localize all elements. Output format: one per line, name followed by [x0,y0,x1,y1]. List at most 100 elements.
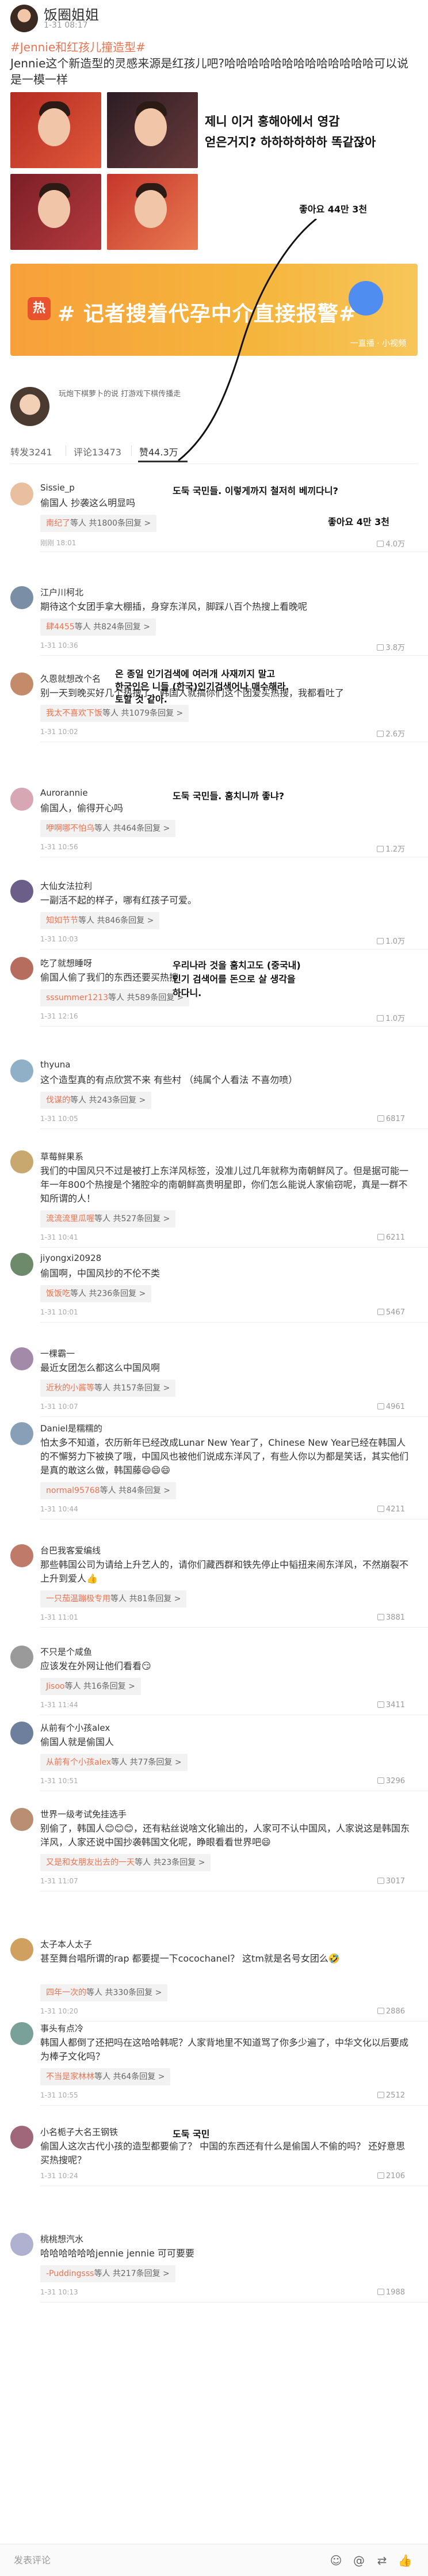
comment-avatar[interactable] [10,2126,33,2149]
comment-replies[interactable]: 肆4455等人 共824条回复 > [40,618,156,636]
comment-avatar[interactable] [10,1646,33,1669]
comment-username[interactable]: Daniel是糯糯的 [40,1422,102,1434]
tab-repost[interactable]: 转发3241 [10,444,52,458]
reply-username[interactable]: 流流流里瓜喔 [46,1214,94,1224]
comment-username[interactable]: 江户川柯北 [40,586,83,598]
comment-username[interactable]: 从前有个小孩alex [40,1722,110,1734]
comment-input[interactable]: 发表评论 [10,2550,309,2571]
comment-replies[interactable]: -Puddingsss等人 共217条回复 > [40,2265,175,2282]
comment-replies[interactable]: 近秋的小酱等等人 共157条回复 > [40,1380,176,1397]
comment-username[interactable]: 太子本人太子 [40,1938,92,1950]
reply-username[interactable]: 一只茄温蹦极专用 [46,1594,110,1604]
reply-username[interactable]: 近秋的小酱等 [46,1384,94,1393]
photo-2[interactable] [107,92,198,168]
comment-like[interactable]: 2.6万 [377,728,405,739]
photo-3[interactable] [10,174,101,250]
comment-like[interactable]: 4961 [377,1403,405,1411]
reply-username[interactable]: Jisoo [46,1682,64,1691]
photo-4[interactable] [107,174,198,250]
comment-username[interactable]: 小名栀子大名王钢铁 [40,2126,118,2138]
reply-username[interactable]: 饭饭吃 [46,1289,70,1298]
comment-replies[interactable]: sssummer1213等人 共589条回复 > [40,989,190,1006]
emoji-icon[interactable]: ☺ [328,2552,344,2569]
comment-like[interactable]: 3296 [377,1777,405,1785]
comment-username[interactable]: 久恩就想改个名 [40,673,101,685]
comment-like[interactable]: 2106 [377,2172,405,2180]
comment-avatar[interactable] [10,1938,33,1961]
comment-username[interactable]: 桃桃想汽水 [40,2233,83,2245]
comment-like[interactable]: 5467 [377,1308,405,1317]
comment-replies[interactable]: 伐谋的等人 共243条回复 > [40,1092,152,1109]
comment-avatar[interactable] [10,482,33,506]
comment-like[interactable]: 3017 [377,1877,405,1886]
like-icon[interactable]: 👍 [397,2552,413,2569]
comment-replies[interactable]: 知如节节等人 共846条回复 > [40,912,160,929]
reply-username[interactable]: 又是和女朋友出去的一天 [46,1858,135,1867]
comment-avatar[interactable] [10,1808,33,1831]
comment-replies[interactable]: normal95768等人 共84条回复 > [40,1482,177,1499]
comment-username[interactable]: 世界一级考试免挂选手 [40,1808,127,1820]
photo-1[interactable] [10,92,101,168]
comment-avatar[interactable] [10,1253,33,1276]
reply-username[interactable]: 咿啊哪不怕乌 [46,824,94,833]
comment-like[interactable]: 6817 [377,1115,405,1123]
comment-avatar[interactable] [10,673,33,696]
reply-username[interactable]: 我太不喜欢下饭 [46,709,102,718]
comment-username[interactable]: 事头有点冷 [40,2022,83,2034]
post-avatar[interactable] [10,5,38,32]
at-icon[interactable]: @ [351,2552,367,2569]
reply-username[interactable]: normal95768 [46,1486,100,1495]
reply-username[interactable]: 肆4455 [46,622,75,632]
comment-replies[interactable]: 又是和女朋友出去的一天等人 共23条回复 > [40,1854,211,1871]
comment-username[interactable]: Sissie_p [40,482,75,493]
reply-username[interactable]: sssummer1213 [46,993,108,1002]
comment-replies[interactable]: 不当是家林林等人 共64条回复 > [40,2068,171,2085]
comment-username[interactable]: 台巴我客爱编线 [40,1544,101,1556]
comment-replies[interactable]: 从前有个小孩alex等人 共77条回复 > [40,1754,188,1771]
post-hashtag[interactable]: #Jennie和红孩儿撞造型# [10,40,146,54]
reply-username[interactable]: -Puddingsss [46,2269,94,2278]
comment-like[interactable]: 1.0万 [377,1012,405,1023]
comment-replies[interactable]: 流流流里瓜喔等人 共527条回复 > [40,1210,176,1228]
comment-username[interactable]: 草莓鲜果系 [40,1150,83,1162]
reply-username[interactable]: 伐谋的 [46,1096,70,1105]
comment-like[interactable]: 6211 [377,1233,405,1242]
comment-replies[interactable]: 一只茄温蹦极专用等人 共81条回复 > [40,1590,187,1608]
comment-like[interactable]: 2512 [377,2091,405,2100]
comment-username[interactable]: 大仙女法拉利 [40,880,92,892]
ad-banner[interactable]: 热 # 记者搜着代孕中介直接报警# 一直播 · 小视频 [10,264,418,356]
comment-replies[interactable]: 南纪了等人 共1800条回复 > [40,515,157,532]
comment-like[interactable]: 1988 [377,2288,405,2297]
comment-avatar[interactable] [10,1059,33,1082]
comment-like[interactable]: 2886 [377,2007,405,2016]
comment-username[interactable]: jiyongxi20928 [40,1253,101,1263]
comment-replies[interactable]: 咿啊哪不怕乌等人 共464条回复 > [40,820,176,837]
reply-username[interactable]: 南纪了 [46,519,70,528]
comment-avatar[interactable] [10,1422,33,1445]
repost-icon[interactable]: ⇄ [374,2552,390,2569]
comment-avatar[interactable] [10,2022,33,2045]
comment-replies[interactable]: Jisoo等人 共16条回复 > [40,1678,141,1695]
comment-replies[interactable]: 我太不喜欢下饭等人 共1079条回复 > [40,705,189,722]
comment-avatar[interactable] [10,1544,33,1567]
reply-username[interactable]: 从前有个小孩alex [46,1758,111,1767]
comment-like[interactable]: 4211 [377,1505,405,1514]
comment-replies[interactable]: 四年一次的等人 共330条回复 > [40,1984,168,2001]
comment-like[interactable]: 3411 [377,1701,405,1709]
comment-username[interactable]: Aurorannie [40,788,88,798]
comment-avatar[interactable] [10,1347,33,1370]
comment-like[interactable]: 3881 [377,1613,405,1622]
comment-avatar[interactable] [10,1722,33,1745]
comment-avatar[interactable] [10,2233,33,2256]
reply-username[interactable]: 四年一次的 [46,1988,86,1997]
tab-comment[interactable]: 评论13473 [74,444,121,458]
comment-username[interactable]: 吃了就想睡呀 [40,957,92,969]
comment-avatar[interactable] [10,880,33,903]
comment-username[interactable]: 不只是个咸鱼 [40,1646,92,1658]
comment-like[interactable]: 3.8万 [377,641,405,652]
comment-like[interactable]: 1.2万 [377,843,405,854]
tab-like[interactable]: 赞44.3万 [139,444,178,458]
comment-like[interactable]: 4.0万 [377,538,405,549]
comment-like[interactable]: 1.0万 [377,935,405,946]
mini-card[interactable]: 玩炮下棋萝卜的说 打游戏下棋传播走 [10,381,200,433]
